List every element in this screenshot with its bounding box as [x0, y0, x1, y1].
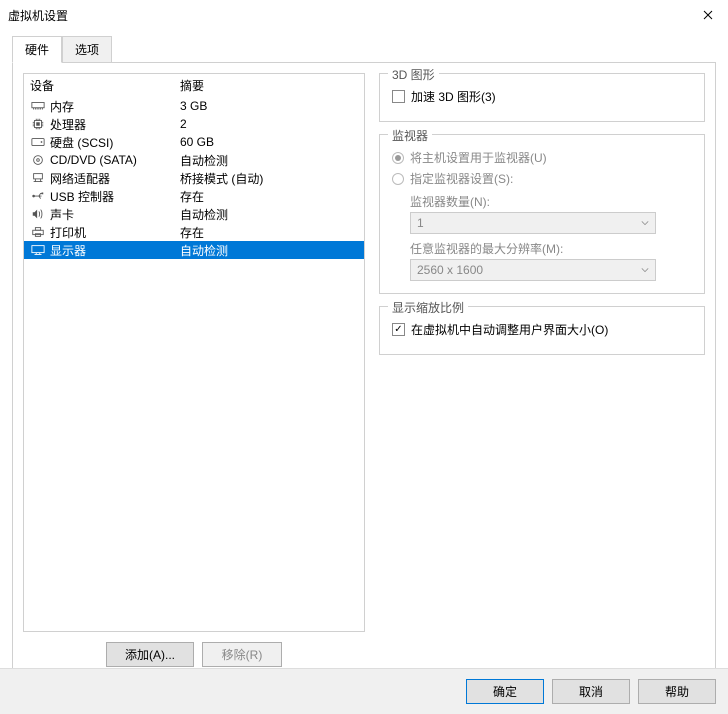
device-row[interactable]: 声卡自动检测	[24, 205, 364, 223]
device-row[interactable]: USB 控制器存在	[24, 187, 364, 205]
device-row[interactable]: 显示器自动检测	[24, 241, 364, 259]
max-resolution-select[interactable]: 2560 x 1600	[410, 259, 656, 281]
device-summary: 自动检测	[180, 242, 358, 259]
device-name: 处理器	[50, 116, 180, 133]
device-summary: 存在	[180, 224, 358, 241]
accelerate-3d-label: 加速 3D 图形(3)	[411, 88, 496, 105]
specify-monitors-label: 指定监视器设置(S):	[410, 170, 513, 187]
ok-button[interactable]: 确定	[466, 679, 544, 704]
specify-monitors-radio[interactable]	[392, 173, 404, 185]
device-row[interactable]: 内存3 GB	[24, 97, 364, 115]
column-header-device: 设备	[30, 77, 180, 94]
help-button[interactable]: 帮助	[638, 679, 716, 704]
device-summary: 60 GB	[180, 135, 358, 149]
device-name: 网络适配器	[50, 170, 180, 187]
device-name: 硬盘 (SCSI)	[50, 134, 180, 151]
group-monitors: 监视器	[388, 127, 432, 144]
group-3d-graphics: 3D 图形	[388, 66, 439, 83]
monitor-count-label: 监视器数量(N):	[410, 193, 692, 210]
add-button[interactable]: 添加(A)...	[106, 642, 194, 667]
device-summary: 自动检测	[180, 206, 358, 223]
cpu-icon	[30, 117, 46, 131]
hdd-icon	[30, 135, 46, 149]
device-summary: 2	[180, 117, 358, 131]
device-row[interactable]: 打印机存在	[24, 223, 364, 241]
window-title: 虚拟机设置	[8, 7, 688, 24]
use-host-radio[interactable]	[392, 152, 404, 164]
accelerate-3d-checkbox[interactable]	[392, 90, 405, 103]
display-icon	[30, 243, 46, 257]
tab-options[interactable]: 选项	[62, 36, 112, 62]
close-icon	[703, 10, 713, 20]
device-list: 设备 摘要 内存3 GB处理器2硬盘 (SCSI)60 GBCD/DVD (SA…	[23, 73, 365, 632]
tab-hardware[interactable]: 硬件	[12, 36, 62, 63]
device-row[interactable]: 处理器2	[24, 115, 364, 133]
device-name: 打印机	[50, 224, 180, 241]
device-name: 显示器	[50, 242, 180, 259]
disc-icon	[30, 153, 46, 167]
auto-scale-label: 在虚拟机中自动调整用户界面大小(O)	[411, 321, 608, 338]
monitor-count-select[interactable]: 1	[410, 212, 656, 234]
device-summary: 自动检测	[180, 152, 358, 169]
column-header-summary: 摘要	[180, 77, 358, 94]
network-icon	[30, 171, 46, 185]
max-resolution-label: 任意监视器的最大分辨率(M):	[410, 240, 692, 257]
device-row[interactable]: 硬盘 (SCSI)60 GB	[24, 133, 364, 151]
remove-button[interactable]: 移除(R)	[202, 642, 282, 667]
cancel-button[interactable]: 取消	[552, 679, 630, 704]
memory-icon	[30, 99, 46, 113]
chevron-down-icon	[641, 266, 649, 274]
device-name: CD/DVD (SATA)	[50, 153, 180, 167]
device-row[interactable]: 网络适配器桥接模式 (自动)	[24, 169, 364, 187]
sound-icon	[30, 207, 46, 221]
device-summary: 桥接模式 (自动)	[180, 170, 358, 187]
usb-icon	[30, 189, 46, 203]
group-display-scaling: 显示缩放比例	[388, 299, 468, 316]
auto-scale-checkbox[interactable]	[392, 323, 405, 336]
device-name: USB 控制器	[50, 188, 180, 205]
device-summary: 3 GB	[180, 99, 358, 113]
device-summary: 存在	[180, 188, 358, 205]
device-row[interactable]: CD/DVD (SATA)自动检测	[24, 151, 364, 169]
close-button[interactable]	[688, 0, 728, 30]
printer-icon	[30, 225, 46, 239]
use-host-label: 将主机设置用于监视器(U)	[410, 149, 547, 166]
device-name: 内存	[50, 98, 180, 115]
chevron-down-icon	[641, 219, 649, 227]
device-name: 声卡	[50, 206, 180, 223]
